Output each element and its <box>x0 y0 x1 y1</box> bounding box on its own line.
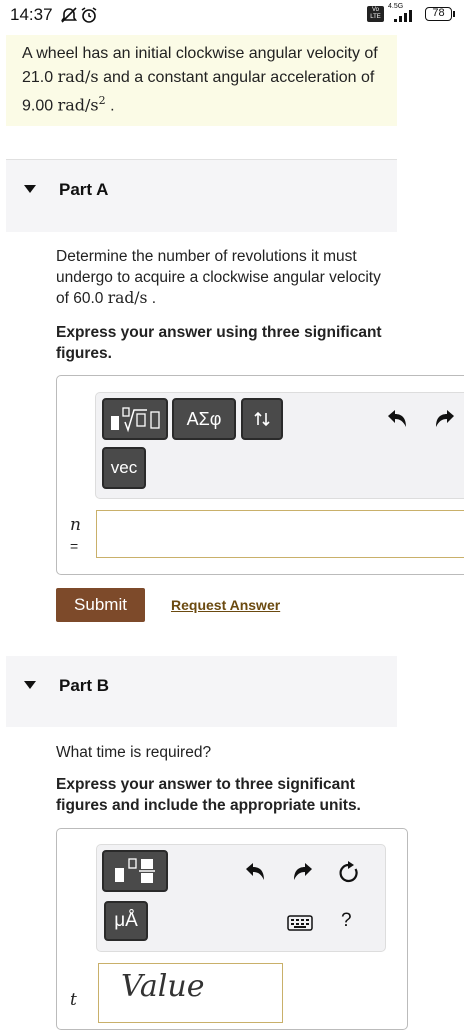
mute-alarm-icon <box>60 7 78 23</box>
part-b-value-input[interactable]: Value <box>98 963 283 1023</box>
greek-symbols-button[interactable]: ΑΣφ <box>172 398 236 440</box>
collapse-triangle-icon <box>24 185 36 193</box>
redo-icon[interactable] <box>433 407 457 431</box>
part-a-title: Part A <box>59 180 109 199</box>
up-down-arrows-button[interactable] <box>241 398 283 440</box>
help-button[interactable]: ? <box>341 910 352 932</box>
part-b-question: What time is required? <box>56 744 212 761</box>
equals-sign: = <box>70 538 79 554</box>
battery-tip <box>453 11 455 17</box>
templates-button[interactable] <box>102 398 168 440</box>
undo-icon[interactable] <box>243 860 267 884</box>
unit-rad-s: rad/s <box>57 67 99 86</box>
part-b-title: Part B <box>59 676 110 695</box>
network-type: 4.5G <box>388 3 404 10</box>
unit-rad-s2: rad/s <box>57 95 99 115</box>
volte-badge: Vo LTE <box>367 6 384 22</box>
collapse-triangle-icon <box>24 681 36 689</box>
variable-t-label: t <box>70 990 77 1010</box>
part-a-question: Determine the number of revolutions it m… <box>56 248 381 307</box>
fraction-template-icon <box>115 858 155 883</box>
undo-icon[interactable] <box>385 407 409 431</box>
value-placeholder: Value <box>121 969 205 1004</box>
battery-indicator: 78 <box>425 7 452 21</box>
submit-button[interactable]: Submit <box>56 588 145 622</box>
request-answer-link[interactable]: Request Answer <box>171 597 280 613</box>
part-a-header[interactable]: Part A <box>6 160 397 232</box>
keyboard-icon[interactable] <box>287 915 313 931</box>
unit-templates-button[interactable] <box>102 850 168 892</box>
status-bar: 14:37 Vo LTE 4.5G 78 <box>0 0 464 30</box>
part-a-answer-input[interactable] <box>96 510 464 558</box>
status-time: 14:37 <box>10 5 53 24</box>
up-down-arrows-icon <box>254 411 270 427</box>
fraction-root-template-icon <box>111 407 160 433</box>
part-b-instruction: Express your answer to three significant… <box>56 776 361 814</box>
variable-n-label: n <box>70 515 81 535</box>
reset-icon[interactable] <box>337 861 361 885</box>
redo-icon[interactable] <box>291 860 315 884</box>
problem-statement: A wheel has an initial clockwise angular… <box>22 45 378 115</box>
signal-bars-icon <box>394 10 412 22</box>
units-button[interactable]: μÅ <box>104 901 148 941</box>
unit-rad-s: rad/s <box>107 289 148 307</box>
part-b-header[interactable]: Part B <box>6 656 397 727</box>
alarm-clock-icon <box>81 7 97 23</box>
vector-button[interactable]: vec <box>102 447 146 489</box>
part-a-instruction: Express your answer using three signific… <box>56 324 382 362</box>
